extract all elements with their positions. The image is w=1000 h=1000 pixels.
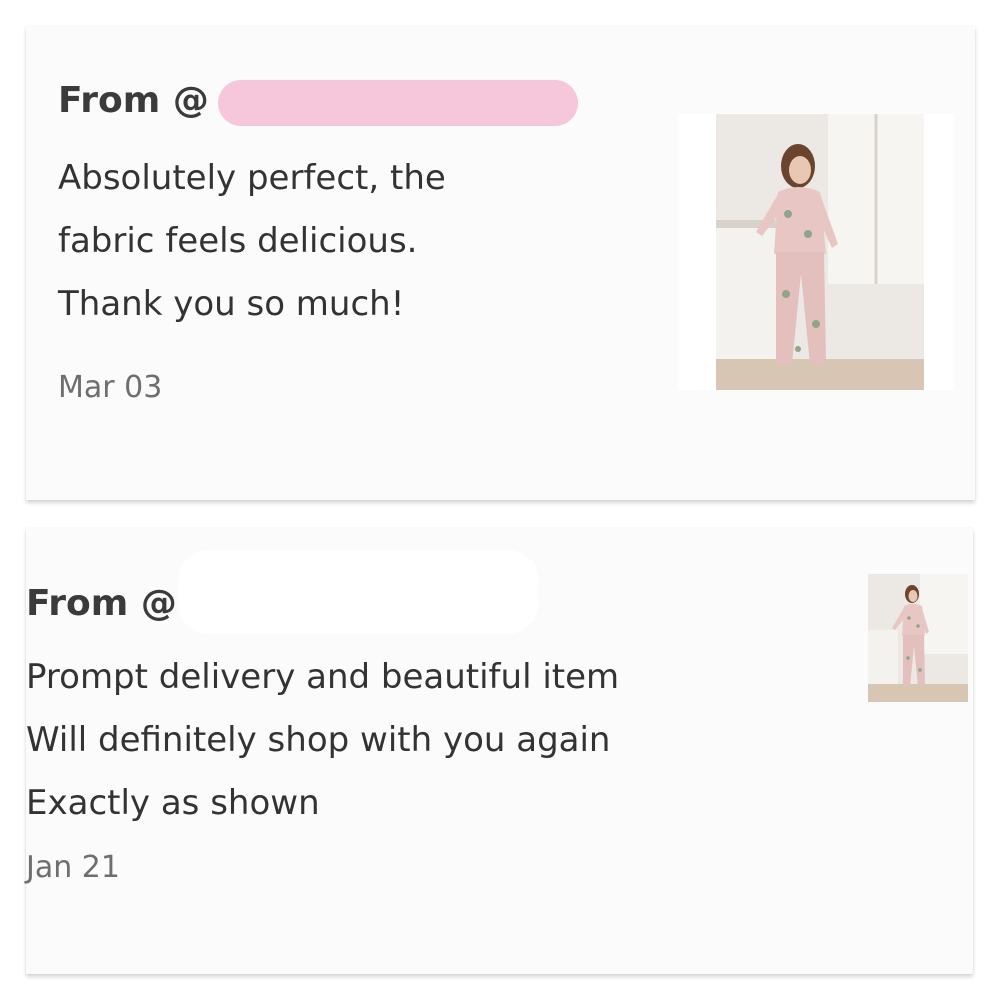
review-line: Will definitely shop with you again [26, 720, 611, 760]
review-line: Absolutely perfect, the [58, 158, 446, 198]
review-card: From @ Prompt delivery and beautiful ite… [26, 528, 973, 974]
review-card: From @ Absolutely perfect, the fabric fe… [26, 26, 975, 500]
review-line: Thank you so much! [58, 284, 405, 324]
review-date: Jan 21 [26, 850, 120, 885]
review-author: From @ [58, 80, 209, 121]
from-label: From @ [58, 80, 209, 121]
pajama-photo-icon [868, 574, 968, 702]
redacted-username [218, 80, 578, 126]
from-label: From @ [26, 583, 177, 624]
review-date: Mar 03 [58, 370, 163, 405]
review-line: Prompt delivery and beautiful item [26, 657, 620, 697]
review-text: Prompt delivery and beautiful item Will … [26, 646, 619, 835]
review-text: Absolutely perfect, the fabric feels del… [58, 147, 446, 336]
product-thumbnail[interactable] [678, 114, 954, 390]
review-line: fabric feels delicious. [58, 221, 418, 261]
redacted-username [178, 550, 538, 634]
product-thumbnail[interactable] [868, 574, 968, 702]
pajama-photo-icon [678, 114, 954, 390]
review-author: From @ [26, 583, 177, 624]
review-line: Exactly as shown [26, 783, 320, 823]
